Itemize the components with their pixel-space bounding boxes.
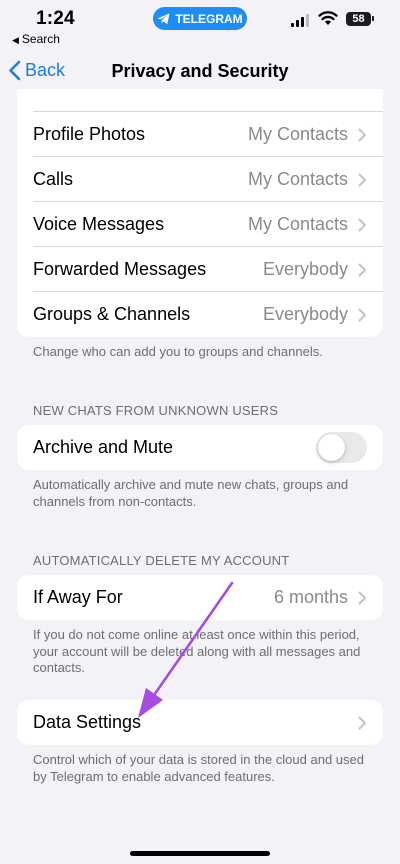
row-value: Everybody	[262, 304, 348, 324]
chevron-right-icon	[358, 218, 366, 231]
data-settings-footer: Control which of your data is stored in …	[33, 752, 364, 784]
row-label: If Away For	[33, 587, 123, 607]
home-indicator	[130, 851, 270, 856]
delete-account-card: If Away For 6 months	[17, 575, 383, 620]
new-chats-card: Archive and Mute	[17, 425, 383, 470]
groups-channels-row[interactable]: Groups & Channels Everybody	[17, 292, 383, 337]
wifi-icon	[318, 11, 338, 25]
chevron-right-icon	[358, 716, 366, 729]
battery-level: 58	[352, 13, 365, 25]
row-label: Data Settings	[33, 712, 142, 732]
row-value: My Contacts	[247, 214, 348, 234]
cut-off-row[interactable]	[17, 89, 383, 112]
row-label: Forwarded Messages	[33, 259, 207, 279]
row-value: Everybody	[262, 259, 348, 279]
app-pill-label: TELEGRAM	[175, 11, 243, 26]
delete-account-footer: If you do not come online at least once …	[33, 627, 361, 675]
profile-photos-row[interactable]: Profile Photos My Contacts	[17, 112, 383, 157]
new-chats-footer: Automatically archive and mute new chats…	[33, 477, 349, 509]
chevron-right-icon	[358, 173, 366, 186]
chevron-right-icon	[358, 263, 366, 276]
row-label: Voice Messages	[33, 214, 165, 234]
calls-row[interactable]: Calls My Contacts	[17, 157, 383, 202]
if-away-for-row[interactable]: If Away For 6 months	[17, 575, 383, 620]
row-label: Calls	[33, 169, 74, 189]
row-label: Profile Photos	[33, 124, 146, 144]
status-time: 1:24	[36, 8, 75, 29]
row-label: Archive and Mute	[33, 437, 174, 457]
page-title: Privacy and Security	[111, 61, 289, 81]
privacy-card: Profile Photos My Contacts Calls My Cont…	[17, 89, 383, 337]
row-value: 6 months	[273, 587, 348, 607]
row-value: My Contacts	[247, 169, 348, 189]
row-value: My Contacts	[247, 124, 348, 144]
chevron-right-icon	[358, 128, 366, 141]
telegram-app-pill[interactable]: TELEGRAM	[153, 7, 247, 30]
cellular-signal-icon	[291, 14, 309, 27]
row-label: Groups & Channels	[33, 304, 191, 324]
archive-mute-toggle[interactable]	[316, 432, 367, 463]
voice-messages-row[interactable]: Voice Messages My Contacts	[17, 202, 383, 247]
chevron-right-icon	[358, 591, 366, 604]
back-to-search[interactable]: ◀ Search	[12, 32, 60, 46]
back-triangle-icon: ◀	[12, 35, 19, 45]
data-settings-card: Data Settings	[17, 700, 383, 745]
archive-mute-row: Archive and Mute	[17, 425, 383, 470]
privacy-footer: Change who can add you to groups and cha…	[33, 344, 323, 359]
battery-tip	[372, 16, 374, 21]
toggle-knob	[318, 434, 345, 461]
data-settings-row[interactable]: Data Settings	[17, 700, 383, 745]
telegram-plane-icon	[157, 13, 170, 24]
chevron-right-icon	[358, 308, 366, 321]
forwarded-messages-row[interactable]: Forwarded Messages Everybody	[17, 247, 383, 292]
new-chats-header: NEW CHATS FROM UNKNOWN USERS	[33, 403, 279, 418]
delete-account-header: AUTOMATICALLY DELETE MY ACCOUNT	[33, 553, 290, 568]
battery-icon: 58	[346, 12, 371, 26]
back-app-label: Search	[21, 32, 60, 46]
